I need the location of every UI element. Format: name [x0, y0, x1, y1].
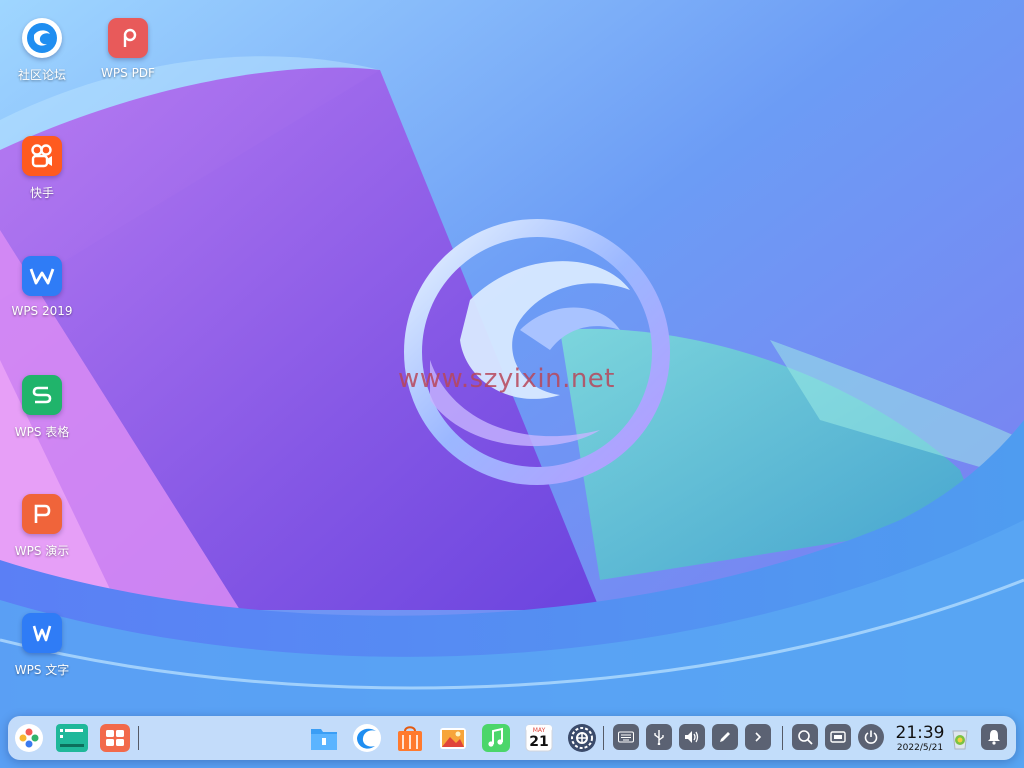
desktop-icon-label: 社区论坛 — [17, 68, 66, 82]
image-viewer-icon[interactable] — [437, 722, 469, 754]
power-icon[interactable] — [858, 724, 884, 750]
desktop-icon-label: WPS 2019 — [11, 304, 73, 318]
desktop-icon-wps-writer[interactable]: WPS 文字 — [0, 613, 84, 678]
pen-icon[interactable] — [712, 724, 738, 750]
watermark-text: www.szyixin.net — [398, 364, 615, 394]
kuaishou-icon — [22, 136, 62, 176]
expand-tray-icon[interactable] — [745, 724, 771, 750]
desktop-icon-label: 快手 — [29, 186, 54, 200]
desktop-icon-wps-2019[interactable]: WPS 2019 — [0, 256, 84, 318]
wps-presentation-icon — [22, 494, 62, 534]
clock-date: 2022/5/21 — [896, 743, 944, 753]
dock-separator — [603, 726, 604, 750]
calendar-month: MAY — [532, 727, 546, 734]
wps-writer-icon — [22, 613, 62, 653]
search-icon[interactable] — [792, 724, 818, 750]
desktop-icon-wps-pdf[interactable]: WPS PDF — [86, 18, 170, 80]
wps-pdf-icon — [108, 18, 148, 58]
file-manager-icon[interactable] — [308, 722, 340, 754]
dock-separator — [782, 726, 783, 750]
dock: MAY 21 21:39 2022/5/21 — [8, 716, 1016, 760]
launcher-icon[interactable] — [13, 722, 45, 754]
workspace-icon[interactable] — [99, 722, 131, 754]
dock-separator — [138, 726, 139, 750]
desktop-icon-label: WPS 表格 — [14, 425, 70, 439]
notification-bell-icon[interactable] — [981, 724, 1007, 750]
calendar-day: 21 — [529, 734, 549, 750]
screen-icon[interactable] — [825, 724, 851, 750]
keyboard-icon[interactable] — [613, 724, 639, 750]
desktop-icon-kuaishou[interactable]: 快手 — [0, 136, 84, 201]
clock-time[interactable]: 21:39 — [894, 724, 946, 742]
calendar-icon[interactable]: MAY 21 — [523, 722, 555, 754]
music-icon[interactable] — [480, 722, 512, 754]
desktop-icon-wps-spreadsheet[interactable]: WPS 表格 — [0, 375, 84, 440]
wps-spreadsheet-icon — [22, 375, 62, 415]
control-center-icon[interactable] — [566, 722, 598, 754]
deepin-forum-icon — [22, 18, 62, 58]
usb-icon[interactable] — [646, 724, 672, 750]
app-store-icon[interactable] — [394, 722, 426, 754]
desktop-icon-wps-presentation[interactable]: WPS 演示 — [0, 494, 84, 559]
desktop-icon-label: WPS PDF — [101, 66, 155, 80]
desktop-icon-forum[interactable]: 社区论坛 — [0, 18, 84, 83]
desktop-icon-label: WPS 演示 — [14, 544, 70, 558]
trash-icon[interactable] — [944, 722, 976, 754]
volume-icon[interactable] — [679, 724, 705, 750]
multitask-view-icon[interactable] — [56, 722, 88, 754]
wps-2019-icon — [22, 256, 62, 296]
browser-icon[interactable] — [351, 722, 383, 754]
desktop-icon-label: WPS 文字 — [14, 663, 70, 677]
